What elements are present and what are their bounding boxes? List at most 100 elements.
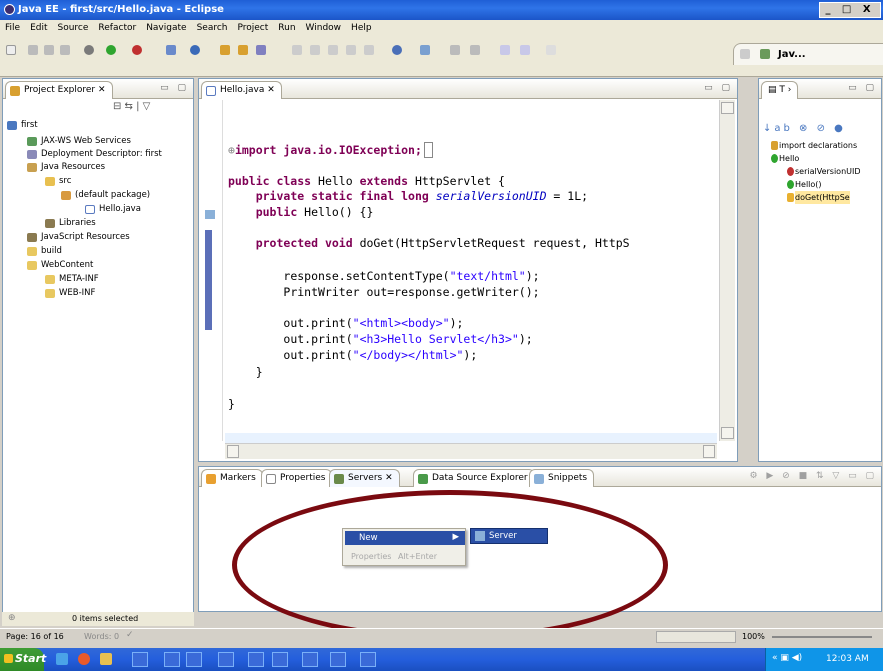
menu-navigate[interactable]: Navigate — [141, 20, 191, 33]
next-annotation-icon[interactable] — [450, 45, 460, 55]
outline-toolbar-icons[interactable]: ↓ab ⊗ ⊘ ● — [763, 123, 846, 134]
scroll-left-arrow[interactable] — [227, 445, 239, 458]
tree-item-webcontent[interactable]: WebContent — [27, 259, 93, 272]
back-icon[interactable] — [500, 45, 510, 55]
tree-item-web-inf[interactable]: WEB-INF — [45, 287, 95, 300]
debug-icon[interactable] — [84, 45, 94, 55]
scroll-down-arrow[interactable] — [721, 427, 734, 439]
menu-help[interactable]: Help — [346, 20, 377, 33]
forward-icon[interactable] — [520, 45, 530, 55]
toggle-highlight-icon[interactable] — [310, 45, 320, 55]
tab-snippets[interactable]: Snippets — [529, 469, 595, 487]
browser-icon[interactable] — [392, 45, 402, 55]
tab-hello-java[interactable]: Hello.java ✕ — [201, 81, 282, 99]
view-buttons[interactable] — [656, 631, 736, 643]
taskbar-app-icon[interactable] — [164, 652, 180, 667]
zoom-slider[interactable] — [772, 636, 872, 638]
menu-search[interactable]: Search — [192, 20, 233, 33]
tab-markers[interactable]: Markers — [201, 469, 263, 487]
menu-window[interactable]: Window — [301, 20, 347, 33]
tree-item-first[interactable]: first — [7, 119, 38, 132]
open-perspective-icon[interactable] — [740, 49, 750, 59]
window-controls[interactable]: _ □ X — [819, 2, 881, 18]
outline-item-doget[interactable]: doGet(HttpSe — [787, 191, 850, 204]
panel-minmax-icons[interactable]: ▭ ▢ — [160, 83, 189, 93]
spellcheck-icon[interactable]: ✓ — [126, 630, 134, 640]
quick-launch-icon[interactable] — [56, 653, 68, 665]
perspective-switcher[interactable]: Jav... — [733, 43, 883, 65]
search-icon[interactable] — [256, 45, 266, 55]
taskbar-app-icon[interactable] — [360, 652, 376, 667]
tree-item-js-resources[interactable]: JavaScript Resources — [27, 231, 130, 244]
tab-outline[interactable]: ▤ T › — [761, 81, 799, 99]
menu-refactor[interactable]: Refactor — [93, 20, 141, 33]
close-icon[interactable]: ✕ — [382, 473, 393, 483]
pin-icon[interactable] — [420, 45, 430, 55]
toggle-block-icon[interactable] — [328, 45, 338, 55]
menu-file[interactable]: File — [0, 20, 25, 33]
taskbar-app-icon[interactable] — [302, 652, 318, 667]
menu-source[interactable]: Source — [53, 20, 94, 33]
taskbar-app-icon[interactable] — [248, 652, 264, 667]
tab-properties[interactable]: Properties — [261, 469, 333, 487]
context-menu-properties[interactable]: Properties Alt+Enter — [345, 551, 465, 565]
tree-item-meta-inf[interactable]: META-INF — [45, 273, 99, 286]
tree-item-hello-java[interactable]: Hello.java — [85, 203, 141, 216]
open-task-icon[interactable] — [238, 45, 248, 55]
tree-item-src[interactable]: src — [45, 175, 71, 188]
menu-edit[interactable]: Edit — [25, 20, 52, 33]
menu-project[interactable]: Project — [232, 20, 273, 33]
last-edit-icon[interactable] — [546, 45, 556, 55]
show-whitespace-icon[interactable] — [346, 45, 356, 55]
print-icon[interactable] — [60, 45, 70, 55]
editor-horizontal-scrollbar[interactable] — [225, 443, 717, 459]
editor-ruler[interactable] — [201, 100, 223, 441]
prev-annotation-icon[interactable] — [470, 45, 480, 55]
run-tools-icon[interactable] — [132, 45, 142, 55]
close-icon[interactable]: ✕ — [98, 85, 106, 95]
tree-item-default-package[interactable]: (default package) — [61, 189, 150, 202]
outline-item-constructor[interactable]: Hello() — [787, 178, 822, 191]
close-icon[interactable]: ✕ — [267, 85, 275, 95]
tab-servers[interactable]: Servers ✕ — [329, 469, 400, 487]
taskbar-app-icon[interactable] — [330, 652, 346, 667]
perspective-label[interactable]: Jav... — [778, 49, 806, 60]
outline-item-field[interactable]: serialVersionUID — [787, 165, 861, 178]
taskbar-app-icon[interactable] — [218, 652, 234, 667]
tab-project-explorer[interactable]: Project Explorer ✕ — [5, 81, 113, 99]
submenu-server[interactable]: Server — [489, 531, 517, 541]
collapse-link-icons[interactable]: ⊟ ⇆ | ▽ — [113, 101, 150, 112]
tree-item-deployment-descriptor[interactable]: Deployment Descriptor: first — [27, 148, 162, 161]
outline-item-class[interactable]: Hello — [771, 152, 799, 165]
server-toolbar-icons[interactable]: ⚙ ▶ ⊘ ■ ⇅ ▽ ▭ ▢ — [749, 471, 877, 481]
scroll-right-arrow[interactable] — [703, 445, 715, 458]
code-area[interactable]: ⊕import java.io.IOException; public clas… — [225, 100, 717, 447]
save-all-icon[interactable] — [44, 45, 54, 55]
firefox-icon[interactable] — [78, 653, 90, 665]
format-icon[interactable] — [364, 45, 374, 55]
outline-item-imports[interactable]: import declarations — [771, 139, 857, 152]
editor-minmax-icons[interactable]: ▭ ▢ — [704, 83, 733, 93]
start-button[interactable]: Start — [0, 648, 46, 671]
folder-icon[interactable] — [100, 653, 112, 665]
context-menu-new[interactable]: New ▶ — [345, 531, 465, 545]
taskbar-app-icon[interactable] — [272, 652, 288, 667]
scroll-up-arrow[interactable] — [721, 102, 734, 114]
save-icon[interactable] — [28, 45, 38, 55]
menu-run[interactable]: Run — [273, 20, 300, 33]
taskbar-app-icon[interactable] — [132, 652, 148, 667]
editor-vertical-scrollbar[interactable] — [719, 100, 735, 441]
tree-item-libraries[interactable]: Libraries — [45, 217, 96, 230]
toggle-mark-icon[interactable] — [292, 45, 302, 55]
outline-minmax-icons[interactable]: ▭ ▢ — [848, 83, 877, 93]
tree-item-jaxws[interactable]: JAX-WS Web Services — [27, 135, 131, 148]
open-type-icon[interactable] — [220, 45, 230, 55]
tray-icons[interactable]: « ▣ ◀) — [772, 653, 802, 663]
new-class-icon[interactable] — [190, 45, 200, 55]
tree-item-build[interactable]: build — [27, 245, 62, 258]
tree-item-java-resources[interactable]: Java Resources — [27, 161, 105, 174]
new-java-project-icon[interactable] — [166, 45, 176, 55]
window-title-bar[interactable]: Java EE - first/src/Hello.java - Eclipse… — [0, 0, 883, 20]
new-icon[interactable] — [6, 45, 16, 55]
taskbar-app-icon[interactable] — [186, 652, 202, 667]
